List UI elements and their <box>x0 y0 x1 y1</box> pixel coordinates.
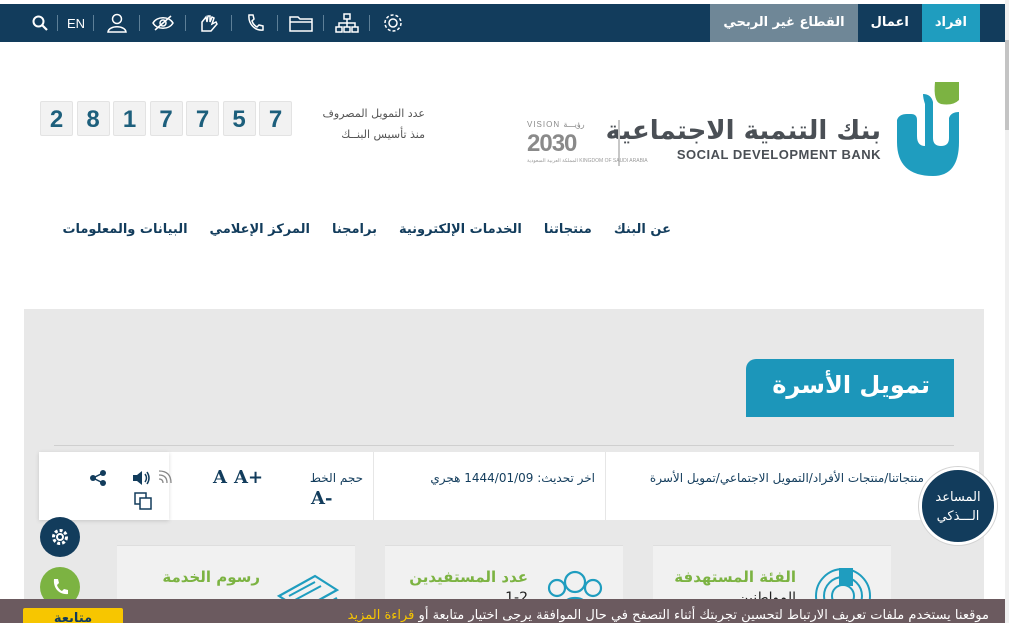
counter-digit: 7 <box>186 101 219 136</box>
card-title: عدد المستفيدين <box>409 568 528 586</box>
bank-name-english: SOCIAL DEVELOPMENT BANK <box>676 147 881 162</box>
card-title: رسوم الخدمة <box>162 568 260 586</box>
tab-individuals[interactable]: افراد <box>921 4 980 42</box>
info-separator <box>605 452 606 520</box>
vision-subtitle: المملكة العربية السعودية KINGDOM OF SAUD… <box>527 158 648 164</box>
top-bar: افراد اعمال القطاع غير الربحي EN <box>0 4 1005 42</box>
nav-data-information[interactable]: البيانات والمعلومات <box>62 222 187 237</box>
phone-icon <box>53 579 68 595</box>
vision-year: 2030 <box>527 130 577 157</box>
counter-digit: 7 <box>149 101 183 136</box>
font-size-label: حجم الخط <box>309 471 363 485</box>
last-updated-value: 1444/01/09 هجري <box>430 471 534 485</box>
financing-counter-label: عدد التمويل المصروف منذ تأسيس البنــك <box>300 103 425 145</box>
eye-slash-icon[interactable] <box>140 4 186 42</box>
counter-digit: 1 <box>113 101 146 136</box>
rss-icon[interactable] <box>157 469 173 489</box>
main-nav: عن البنك منتجاتنا الخدمات الإلكترونية بر… <box>40 222 671 237</box>
smart-assistant-button[interactable]: المساعد الـــذكي <box>919 467 997 545</box>
content-area: تمويل الأسرة منتجاتنا/منتجات الأفراد/الت… <box>24 309 984 623</box>
cookie-consent-bar: موقعنا يستخدم ملفات تعريف الارتباط لتحسي… <box>0 599 1009 623</box>
nav-media-center[interactable]: المركز الإعلامي <box>210 222 310 237</box>
floating-settings-button[interactable] <box>40 517 80 557</box>
assistant-label: المساعد الـــذكي <box>922 488 994 526</box>
nav-products[interactable]: منتجاتنا <box>544 222 592 237</box>
breadcrumb-item[interactable]: منتجاتنا <box>888 471 924 485</box>
gear-icon <box>52 529 68 545</box>
language-toggle[interactable]: EN <box>58 4 94 42</box>
breadcrumb: منتجاتنا/منتجات الأفراد/التمويل الاجتماع… <box>649 471 924 485</box>
bank-name-arabic: بنك التنمية الاجتماعية <box>605 116 881 146</box>
scrollbar[interactable] <box>1005 0 1009 623</box>
nav-programs[interactable]: برامجنا <box>332 222 377 237</box>
counter-digit: 5 <box>222 101 256 136</box>
bank-logo-mark-icon <box>897 82 959 176</box>
cookie-message: موقعنا يستخدم ملفات تعريف الارتباط لتحسي… <box>348 608 989 623</box>
vision-2030-logo: VISION رؤيـــة 2030 المملكة العربية السع… <box>527 120 648 168</box>
scrollbar-thumb[interactable] <box>1005 40 1009 130</box>
user-icon[interactable] <box>94 4 140 42</box>
vision-label: VISION رؤيـــة <box>527 120 585 129</box>
font-reset-button[interactable]: A <box>213 467 227 488</box>
bank-logo[interactable]: بنك التنمية الاجتماعية SOCIAL DEVELOPMEN… <box>606 80 961 180</box>
top-icons: EN <box>22 4 416 42</box>
counter-digit: 8 <box>76 101 110 136</box>
assistant-label-line2: الـــذكي <box>936 509 980 524</box>
counter-digit: 2 <box>40 101 73 136</box>
nav-about-bank[interactable]: عن البنك <box>614 222 671 237</box>
folder-icon[interactable] <box>278 4 324 42</box>
counter-digit: 7 <box>259 101 292 136</box>
tab-business[interactable]: اعمال <box>857 4 922 42</box>
breadcrumb-item[interactable]: منتجات الأفراد <box>813 471 884 485</box>
page-title: تمويل الأسرة <box>772 371 930 399</box>
font-decrease-button[interactable]: A- <box>311 488 332 509</box>
page-title-banner: تمويل الأسرة <box>746 359 954 417</box>
assistant-label-line1: المساعد <box>935 490 981 505</box>
phone-icon[interactable] <box>232 4 278 42</box>
last-updated-label: اخر تحديث: <box>537 471 595 485</box>
last-updated: اخر تحديث: 1444/01/09 هجري <box>430 471 595 485</box>
nav-e-services[interactable]: الخدمات الإلكترونية <box>399 222 522 237</box>
cookie-text: موقعنا يستخدم ملفات تعريف الارتباط لتحسي… <box>418 608 989 623</box>
share-icon[interactable] <box>89 469 107 491</box>
copy-icon[interactable] <box>133 491 153 515</box>
counter-label-line1: عدد التمويل المصروف <box>322 107 425 120</box>
financing-counter: 2 8 1 7 7 5 7 <box>40 101 296 136</box>
sitemap-icon[interactable] <box>324 4 370 42</box>
search-icon[interactable] <box>22 4 58 42</box>
breadcrumb-item[interactable]: التمويل الاجتماعي <box>720 471 809 485</box>
audience-tabs: افراد اعمال القطاع غير الربحي <box>710 4 980 42</box>
breadcrumb-item-current[interactable]: تمويل الأسرة <box>650 471 716 485</box>
page-info-bar: منتجاتنا/منتجات الأفراد/التمويل الاجتماع… <box>39 452 979 520</box>
divider <box>54 445 954 446</box>
info-separator <box>373 452 374 520</box>
counter-label-line2: منذ تأسيس البنــك <box>341 128 425 141</box>
speaker-icon[interactable] <box>131 469 151 491</box>
page-tools <box>39 452 172 520</box>
card-title: الفئة المستهدفة <box>674 568 796 586</box>
tab-nonprofit[interactable]: القطاع غير الربحي <box>710 4 858 42</box>
cookie-continue-button[interactable]: متابعة <box>23 608 123 623</box>
cookie-read-more-link[interactable]: قراءة المزيد <box>348 608 415 623</box>
font-increase-button[interactable]: A+ <box>234 467 263 488</box>
sign-language-icon[interactable] <box>186 4 232 42</box>
settings-gear-icon[interactable] <box>370 4 416 42</box>
